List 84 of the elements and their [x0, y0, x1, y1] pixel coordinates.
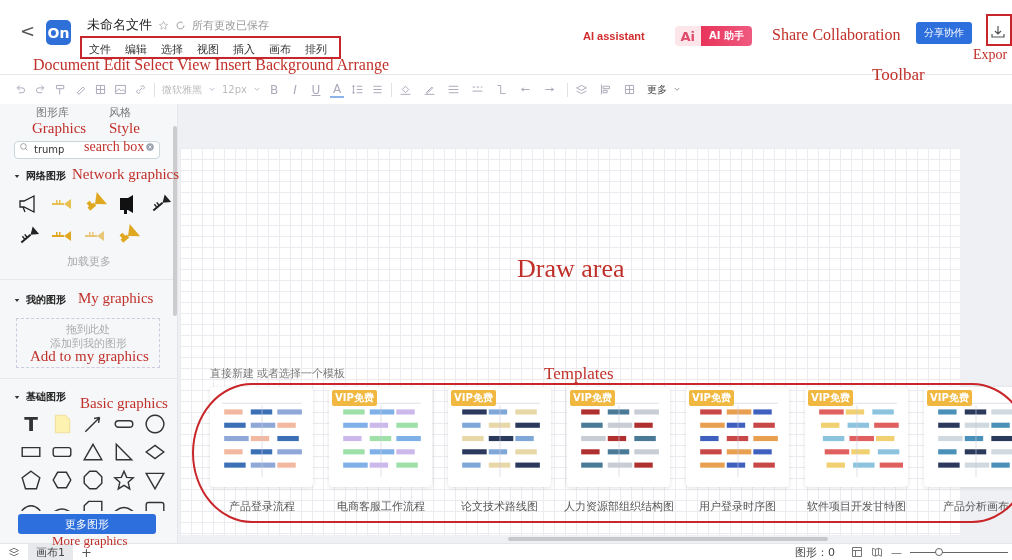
menu-item[interactable]: 插入: [233, 43, 255, 57]
annotation-label: Document Edit Select View Insert Background Arrange: [33, 57, 389, 73]
more-dropdown[interactable]: 更多: [647, 82, 667, 97]
menu-item[interactable]: 视图: [197, 43, 219, 57]
line-style-icon[interactable]: [447, 83, 460, 96]
line-spacing-icon[interactable]: [351, 83, 364, 96]
menu-item[interactable]: 文件: [89, 43, 111, 57]
vip-badge: VIP免费: [451, 390, 496, 406]
slider-thumb[interactable]: [935, 547, 944, 556]
template-name[interactable]: 电商客服工作流程: [336, 499, 425, 514]
sync-icon: [175, 19, 186, 31]
annotation-label: Add to my graphics: [30, 349, 149, 364]
caret-icon[interactable]: [14, 297, 20, 303]
annotation-label: My graphics: [78, 291, 154, 306]
section-title[interactable]: 基础图形: [26, 390, 66, 404]
annotation-label: Templates: [544, 365, 614, 382]
sidebar-tab[interactable]: 图形库: [36, 106, 69, 119]
scrollbar[interactable]: [508, 537, 828, 541]
drop-hint: 拖到此处: [66, 323, 110, 337]
annotation-label: Share Collaboration: [772, 27, 901, 43]
more-shapes-button[interactable]: 更多图形: [18, 514, 156, 534]
caret-icon[interactable]: [14, 394, 20, 400]
annotation-label: AI assistant: [583, 31, 645, 42]
menu-item[interactable]: 画布: [269, 43, 291, 57]
pentagon-icon[interactable]: [20, 469, 42, 491]
menu-item[interactable]: 编辑: [125, 43, 147, 57]
template-prompt: 直接新建 或者选择一个模板: [210, 366, 346, 381]
annotation-label: Basic graphics: [80, 396, 168, 411]
zoom-out-button[interactable]: —: [891, 545, 902, 559]
vip-badge: VIP免费: [808, 390, 853, 406]
annotation-box: [986, 14, 1012, 46]
download-icon[interactable]: [990, 24, 1006, 40]
menu-item[interactable]: 排列: [305, 43, 327, 57]
annotation-label: Expor: [973, 48, 1008, 62]
circle-icon[interactable]: [144, 413, 166, 435]
ai-assistant-button[interactable]: AI 助手: [701, 26, 752, 46]
vip-badge: VIP免费: [927, 390, 972, 406]
template-name[interactable]: 人力资源部组织结构图: [563, 499, 674, 514]
app-logo: On: [46, 20, 71, 45]
section-title[interactable]: 我的图形: [26, 293, 66, 307]
paint-roller-icon[interactable]: [54, 83, 67, 96]
template-name[interactable]: 产品登录流程: [228, 499, 295, 514]
annotation-label: Style: [109, 121, 140, 136]
back-button[interactable]: <: [20, 20, 42, 41]
caret-icon[interactable]: [14, 173, 20, 179]
star-icon[interactable]: [158, 19, 169, 31]
annotation-label: Network graphics: [72, 167, 180, 182]
template-card[interactable]: [210, 387, 313, 487]
text-tool[interactable]: T: [20, 413, 42, 435]
layers-icon[interactable]: [8, 546, 20, 558]
map-icon[interactable]: [871, 546, 883, 558]
template-name[interactable]: 用户登录时序图: [699, 499, 776, 514]
annotation-label: Graphics: [32, 121, 87, 136]
drop-hint: 添加到我的图形: [49, 337, 127, 351]
clear-icon[interactable]: [145, 142, 155, 152]
annotation-label: search box: [84, 140, 145, 154]
template-name[interactable]: 软件项目开发甘特图: [807, 499, 906, 514]
right-triangle-icon[interactable]: [113, 441, 135, 463]
vip-badge: VIP免费: [332, 390, 377, 406]
layers-icon[interactable]: [575, 83, 588, 96]
star-icon[interactable]: [113, 469, 135, 491]
shape-count: 图形：0: [795, 544, 835, 560]
vip-badge: VIP免费: [570, 390, 615, 406]
connector-icon[interactable]: [495, 83, 508, 96]
image-icon[interactable]: [114, 83, 127, 96]
triangle-icon[interactable]: [82, 441, 104, 463]
document-title[interactable]: 未命名文件: [87, 16, 152, 34]
annotation-label: Draw area: [517, 256, 625, 282]
align-left-icon[interactable]: [599, 83, 612, 96]
hexagon-icon[interactable]: [51, 469, 73, 491]
menu-item[interactable]: 选择: [161, 43, 183, 57]
annotation-label: Toolbar: [872, 66, 925, 83]
vip-badge: VIP免费: [689, 390, 734, 406]
octagon-icon[interactable]: [82, 469, 104, 491]
template-name[interactable]: 论文技术路线图: [461, 499, 538, 514]
share-button[interactable]: 分享协作: [916, 22, 972, 44]
align-icon[interactable]: [371, 83, 384, 96]
section-title[interactable]: 网络图形: [26, 169, 66, 183]
search-icon: [19, 142, 29, 152]
sidebar-tab[interactable]: 风格: [109, 106, 131, 119]
distribute-icon[interactable]: [623, 83, 636, 96]
grid-icon[interactable]: [94, 83, 107, 96]
layout-icon[interactable]: [851, 546, 863, 558]
save-status: 所有更改已保存: [192, 17, 269, 33]
